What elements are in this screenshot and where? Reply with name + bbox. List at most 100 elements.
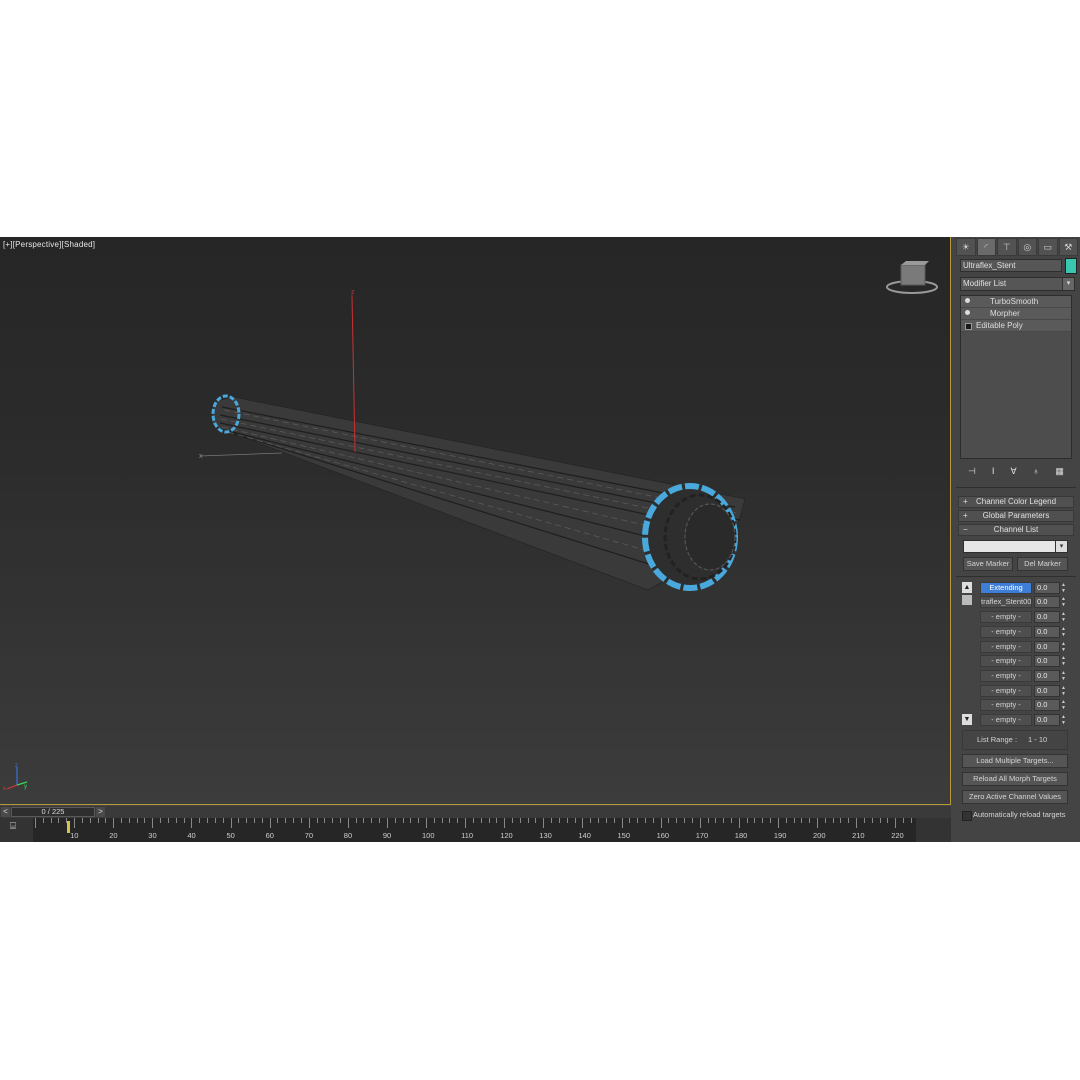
scrollbar-thumb[interactable] [962,595,972,605]
channel-name-button[interactable]: - empty - [980,611,1032,623]
channel-row[interactable]: - empty - 0.0 ▲ ▼ [980,641,1066,653]
del-marker-button[interactable]: Del Marker [1017,557,1068,571]
channel-row[interactable]: - empty - 0.0 ▲ ▼ [980,611,1066,623]
ruler-tick-label: 170 [695,831,709,840]
make-unique-icon[interactable]: ∀ [1011,466,1017,477]
scroll-up-button[interactable]: ▲ [962,582,972,593]
remove-modifier-icon[interactable]: ♁ [1033,466,1040,476]
create-icon[interactable]: ☀ [956,238,976,256]
rollout-channel-list[interactable]: − Channel List [958,524,1074,536]
configure-modifier-sets-icon[interactable]: ▦ [1055,466,1064,477]
pin-stack-icon[interactable]: ⊣ [968,466,976,477]
spinner-icon[interactable]: ▲ ▼ [1061,655,1066,667]
stack-item-editable-poly[interactable]: Editable Poly [961,320,1071,332]
frame-ruler[interactable]: 10 20 30 40 50 60 70 80 90 100 110 120 130 140 150 160 1… [33,818,916,842]
next-frame-button[interactable]: > [96,807,105,817]
ruler-tick-label: 70 [304,831,314,840]
channel-name-button[interactable]: traflex_Stent00 [980,596,1032,608]
lightbulb-icon[interactable] [965,310,970,315]
channel-name-button[interactable]: - empty - [980,655,1032,667]
ruler-tick [50,818,52,823]
channel-name-button[interactable]: Extending [980,582,1032,594]
stack-item-turbosmooth[interactable]: TurboSmooth [961,296,1071,308]
channel-name-button[interactable]: - empty - [980,685,1032,697]
channel-name-button[interactable]: - empty - [980,626,1032,638]
viewcube-icon[interactable] [886,261,938,294]
viewport-label[interactable]: [+][Perspective][Shaded] [3,240,95,249]
spinner-icon[interactable]: ▲ ▼ [1061,641,1066,653]
perspective-viewport[interactable]: x z z x y [+][Perspective][Shaded] [0,237,951,805]
auto-reload-checkbox[interactable] [962,811,972,821]
ruler-tick [621,818,623,828]
ruler-tick [394,818,396,823]
channel-value-field[interactable]: 0.0 [1034,611,1060,623]
hierarchy-icon[interactable]: ⊤ [997,238,1017,256]
spinner-icon[interactable]: ▲ ▼ [1061,611,1066,623]
channel-row[interactable]: traflex_Stent00 0.0 ▲ ▼ [980,596,1066,608]
channel-row[interactable]: - empty - 0.0 ▲ ▼ [980,699,1066,711]
spinner-icon[interactable]: ▲ ▼ [1061,596,1066,608]
channel-value-field[interactable]: 0.0 [1034,655,1060,667]
scroll-down-button[interactable]: ▼ [962,714,972,725]
ruler-tick [590,818,592,823]
ruler-tick [480,818,482,823]
spinner-icon[interactable]: ▲ ▼ [1061,626,1066,638]
ruler-tick [339,818,341,823]
channel-value-field[interactable]: 0.0 [1034,714,1060,726]
ruler-tick [261,818,263,823]
ruler-tick [160,818,162,823]
spinner-icon[interactable]: ▲ ▼ [1061,582,1066,594]
modify-icon[interactable]: ◜ [976,238,996,256]
channel-value-field[interactable]: 0.0 [1034,626,1060,638]
channel-value-field[interactable]: 0.0 [1034,582,1060,594]
rollout-channel-color-legend[interactable]: + Channel Color Legend [958,496,1074,508]
modifier-list-dropdown[interactable]: Modifier List ▾ [960,277,1075,291]
channel-name-button[interactable]: - empty - [980,699,1032,711]
ruler-tick [81,818,83,823]
channel-row[interactable]: - empty - 0.0 ▲ ▼ [980,670,1066,682]
command-panel: ☀ ◜ ⊤ ◎ ▭ ⚒ Ultraflex_Stent Modifier Lis… [952,237,1080,842]
stent-mesh[interactable] [211,394,746,592]
prev-frame-button[interactable]: < [1,807,10,817]
stack-item-morpher[interactable]: Morpher [961,308,1071,320]
channel-value-field[interactable]: 0.0 [1034,699,1060,711]
marker-dropdown[interactable]: ▾ [963,540,1068,553]
spinner-icon[interactable]: ▲ ▼ [1061,714,1066,726]
reload-all-morph-targets-button[interactable]: Reload All Morph Targets [962,772,1068,786]
world-x-axis-line [199,452,283,457]
ruler-tick [504,818,506,828]
channel-value-field[interactable]: 0.0 [1034,670,1060,682]
channel-row[interactable]: Extending 0.0 ▲ ▼ [980,582,1066,594]
show-end-result-icon[interactable]: Ⅰ [992,466,995,477]
curve-editor-icon[interactable]: ⌸ [4,821,22,837]
time-slider[interactable]: < 0 / 225 > [0,806,951,818]
channel-name-button[interactable]: - empty - [980,641,1032,653]
lightbulb-icon[interactable] [965,298,970,303]
display-icon[interactable]: ▭ [1038,238,1058,256]
utilities-icon[interactable]: ⚒ [1058,238,1078,256]
ruler-tick [887,818,889,823]
object-color-swatch[interactable] [1065,258,1077,274]
save-marker-button[interactable]: Save Marker [963,557,1013,571]
load-multiple-targets-button[interactable]: Load Multiple Targets... [962,754,1068,768]
zero-active-channel-values-button[interactable]: Zero Active Channel Values [962,790,1068,804]
spinner-icon[interactable]: ▲ ▼ [1061,685,1066,697]
spinner-icon[interactable]: ▲ ▼ [1061,699,1066,711]
ruler-tick [551,818,553,823]
channel-row[interactable]: - empty - 0.0 ▲ ▼ [980,685,1066,697]
channel-value-field[interactable]: 0.0 [1034,596,1060,608]
ruler-tick [801,818,803,823]
channel-value-field[interactable]: 0.0 [1034,641,1060,653]
channel-row[interactable]: - empty - 0.0 ▲ ▼ [980,626,1066,638]
time-slider-knob[interactable]: 0 / 225 [11,807,95,817]
modifier-stack[interactable]: TurboSmooth Morpher Editable Poly [960,295,1072,459]
channel-name-button[interactable]: - empty - [980,714,1032,726]
channel-row[interactable]: - empty - 0.0 ▲ ▼ [980,714,1066,726]
motion-icon[interactable]: ◎ [1017,238,1037,256]
object-name-field[interactable]: Ultraflex_Stent [960,259,1062,272]
channel-value-field[interactable]: 0.0 [1034,685,1060,697]
rollout-global-parameters[interactable]: + Global Parameters [958,510,1074,522]
spinner-icon[interactable]: ▲ ▼ [1061,670,1066,682]
channel-name-button[interactable]: - empty - [980,670,1032,682]
channel-row[interactable]: - empty - 0.0 ▲ ▼ [980,655,1066,667]
